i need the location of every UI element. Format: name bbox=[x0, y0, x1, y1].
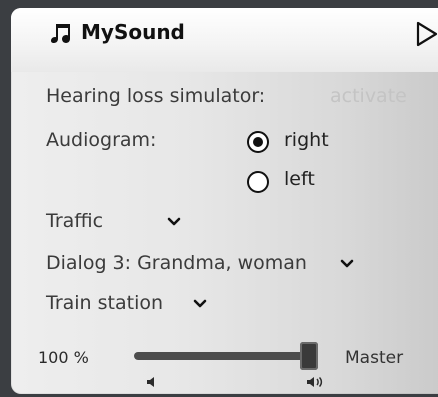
volume-readout: 100 % bbox=[38, 348, 89, 367]
music-note-icon bbox=[51, 24, 70, 43]
master-label: Master bbox=[345, 348, 404, 368]
chevron-down-icon[interactable] bbox=[193, 299, 207, 309]
audiogram-left-label[interactable]: left bbox=[284, 168, 315, 190]
audiogram-right-radio[interactable] bbox=[247, 131, 269, 153]
chevron-down-icon[interactable] bbox=[340, 259, 354, 269]
audiogram-right-label[interactable]: right bbox=[284, 129, 329, 151]
hearing-loss-label: Hearing loss simulator: bbox=[46, 85, 266, 107]
speaker-high-icon bbox=[307, 376, 323, 388]
app-title: MySound bbox=[81, 20, 185, 44]
audiogram-label: Audiogram: bbox=[46, 129, 157, 151]
dialog-dropdown[interactable]: Dialog 3: Grandma, woman bbox=[46, 252, 307, 274]
train-station-dropdown[interactable]: Train station bbox=[46, 292, 163, 314]
speaker-low-icon bbox=[147, 377, 154, 387]
master-volume-slider[interactable] bbox=[134, 352, 318, 360]
master-volume-fill bbox=[134, 352, 318, 360]
mysound-window: MySound Hearing loss simulator: activate… bbox=[11, 8, 438, 394]
play-button[interactable] bbox=[416, 21, 438, 47]
traffic-dropdown[interactable]: Traffic bbox=[46, 210, 103, 232]
audiogram-left-radio[interactable] bbox=[247, 171, 269, 193]
play-icon bbox=[416, 21, 438, 47]
window-header: MySound bbox=[11, 8, 438, 72]
radio-selected-dot bbox=[253, 137, 263, 147]
activate-link[interactable]: activate bbox=[330, 85, 407, 107]
chevron-down-icon[interactable] bbox=[167, 217, 181, 227]
master-volume-thumb[interactable] bbox=[300, 342, 318, 370]
